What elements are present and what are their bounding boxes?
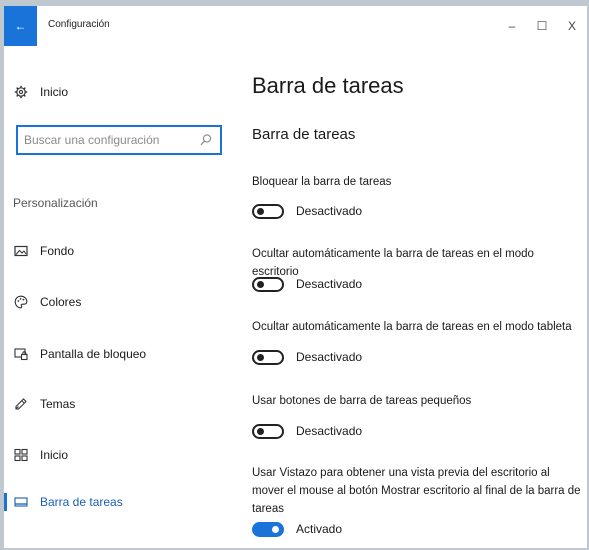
main-content: Barra de tareas Barra de tareas Bloquear…: [244, 46, 587, 548]
toggle-switch[interactable]: [252, 521, 284, 537]
sidebar: Inicio Personalización Fondo: [4, 46, 244, 548]
page-title: Barra de tareas: [252, 73, 404, 98]
setting-label-autohide-tablet: Ocultar automáticamente la barra de tare…: [252, 321, 572, 333]
section-title: Barra de tareas: [252, 126, 356, 143]
toggle-state-label: Desactivado: [296, 350, 363, 364]
settings-window: ← Configuración – ☐ X Inicio Buscar una …: [4, 6, 587, 548]
sidebar-item-label: Temas: [40, 397, 76, 411]
sidebar-item-temas[interactable]: Temas: [14, 393, 75, 415]
image-icon: [14, 244, 28, 258]
sidebar-item-inicio[interactable]: Inicio: [14, 444, 68, 466]
setting-lock-taskbar: Desactivado: [252, 201, 362, 221]
search-icon[interactable]: [199, 133, 213, 147]
maximize-icon: ☐: [536, 19, 548, 33]
maximize-button[interactable]: ☐: [527, 6, 557, 46]
sidebar-item-fondo[interactable]: Fondo: [14, 240, 74, 262]
toggle-state-label: Desactivado: [296, 277, 363, 291]
setting-label-small-buttons: Usar botones de barra de tareas pequeños: [252, 395, 472, 407]
start-grid-icon: [14, 448, 28, 462]
toggle-switch[interactable]: [252, 276, 284, 292]
brush-icon: [14, 397, 28, 411]
section-label-personalization: Personalización: [13, 196, 98, 210]
gear-icon: [14, 85, 28, 99]
sidebar-item-label: Barra de tareas: [40, 495, 123, 509]
window-title: Configuración: [48, 19, 110, 30]
setting-small-buttons: Desactivado: [252, 421, 362, 441]
palette-icon: [14, 295, 28, 309]
toggle-state-label: Desactivado: [296, 204, 363, 218]
setting-label-peek: Usar Vistazo para obtener una vista prev…: [252, 467, 581, 515]
sidebar-item-label: Pantalla de bloqueo: [40, 347, 147, 361]
search-input[interactable]: [22, 127, 196, 153]
toggle-switch[interactable]: [252, 423, 284, 439]
toggle-state-label: Activado: [296, 522, 343, 536]
toggle-switch[interactable]: [252, 349, 284, 365]
setting-label-lock-taskbar: Bloquear la barra de tareas: [252, 176, 392, 188]
title-bar: ← Configuración – ☐ X: [4, 6, 587, 46]
close-icon: X: [567, 19, 576, 33]
active-indicator: [4, 493, 7, 511]
setting-peek: Activado: [252, 519, 342, 539]
toggle-knob: [257, 207, 264, 215]
sidebar-item-barra-de-tareas[interactable]: Barra de tareas: [14, 491, 123, 513]
minimize-icon: –: [508, 19, 516, 33]
minimize-button[interactable]: –: [497, 6, 527, 46]
close-button[interactable]: X: [557, 6, 587, 46]
back-arrow-icon: ←: [14, 19, 27, 33]
sidebar-item-label: Colores: [40, 295, 82, 309]
window-controls: – ☐ X: [497, 6, 587, 46]
toggle-knob: [257, 353, 264, 361]
sidebar-item-label: Inicio: [40, 85, 69, 99]
search-box[interactable]: [16, 125, 222, 155]
setting-autohide-desktop: Desactivado: [252, 274, 362, 294]
back-button[interactable]: ←: [4, 6, 37, 46]
lock-screen-icon: [14, 347, 28, 361]
sidebar-item-label: Fondo: [40, 244, 75, 258]
toggle-knob: [272, 525, 279, 533]
sidebar-item-home[interactable]: Inicio: [14, 81, 68, 103]
sidebar-item-label: Inicio: [40, 448, 69, 462]
setting-autohide-tablet: Desactivado: [252, 347, 362, 367]
taskbar-icon: [14, 495, 28, 509]
toggle-switch[interactable]: [252, 203, 284, 219]
toggle-knob: [257, 280, 264, 288]
toggle-knob: [257, 427, 264, 435]
sidebar-item-colores[interactable]: Colores: [14, 291, 81, 313]
sidebar-item-pantalla-de-bloqueo[interactable]: Pantalla de bloqueo: [14, 343, 146, 365]
toggle-state-label: Desactivado: [296, 424, 363, 438]
